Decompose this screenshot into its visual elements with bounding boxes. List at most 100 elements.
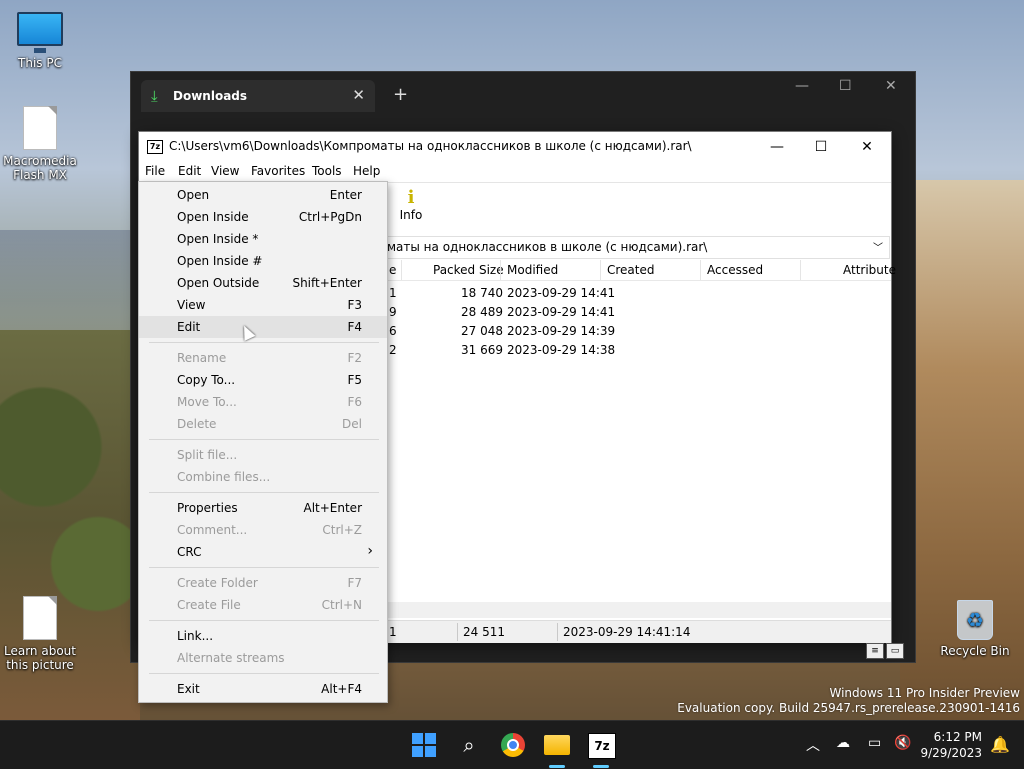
- menu-item-delete[interactable]: Delete Del: [139, 413, 387, 435]
- menu-item-open-inside[interactable]: Open Inside Ctrl+PgDn: [139, 206, 387, 228]
- title-bar[interactable]: 7z C:\Users\vm6\Downloads\Компроматы на …: [139, 132, 891, 162]
- volume-muted-icon[interactable]: 🔇: [894, 735, 911, 751]
- column-size[interactable]: e: [389, 263, 396, 277]
- clock[interactable]: 6:12 PM 9/29/2023: [918, 729, 982, 761]
- menu-separator: [149, 673, 379, 674]
- info-button[interactable]: i Info: [399, 187, 423, 222]
- notification-bell-icon[interactable]: 🔔: [990, 735, 1010, 754]
- menu-item-open[interactable]: Open Enter: [139, 184, 387, 206]
- menu-item-label: Comment...: [177, 523, 248, 537]
- desktop-icon-this-pc[interactable]: This PC: [0, 12, 80, 70]
- clock-date: 9/29/2023: [920, 746, 982, 760]
- menu-item-label: Link...: [177, 629, 214, 643]
- sevenzip-taskbar-button[interactable]: 7z: [587, 731, 616, 759]
- menu-item-create-folder[interactable]: Create Folder F7: [139, 572, 387, 594]
- desktop-icon-macromedia-flash[interactable]: Macromedia Flash MX: [0, 106, 80, 182]
- chevron-down-icon[interactable]: ﹀: [873, 239, 883, 254]
- menu-item-split-file[interactable]: Split file...: [139, 444, 387, 466]
- menu-separator: [149, 567, 379, 568]
- sevenzip-logo-icon: 7z: [147, 140, 163, 154]
- search-button[interactable]: ⌕: [455, 731, 483, 759]
- menu-item-label: Combine files...: [177, 470, 271, 484]
- details-view-icon[interactable]: ≡: [866, 643, 884, 659]
- menu-item-properties[interactable]: Properties Alt+Enter: [139, 497, 387, 519]
- menu-item-label: Open Outside: [177, 276, 260, 290]
- status-size: 24 511: [463, 625, 505, 639]
- menu-item-open-inside-hash[interactable]: Open Inside #: [139, 250, 387, 272]
- menu-help[interactable]: Help: [353, 164, 380, 178]
- cell-modified: 2023-09-29 14:41: [507, 286, 616, 300]
- menu-item-shortcut: F2: [347, 351, 362, 365]
- menu-file[interactable]: File: [145, 164, 165, 178]
- menu-item-label: Open Inside #: [177, 254, 263, 268]
- menu-item-label: Edit: [177, 320, 201, 334]
- menu-item-edit[interactable]: Edit F4: [139, 316, 387, 338]
- menu-item-shortcut: F7: [347, 576, 362, 590]
- column-packed-size[interactable]: Packed Size: [433, 263, 504, 277]
- start-button[interactable]: [410, 731, 438, 759]
- menu-item-comment[interactable]: Comment... Ctrl+Z: [139, 519, 387, 541]
- close-button[interactable]: ✕: [847, 136, 887, 158]
- chrome-icon: [501, 733, 525, 757]
- chevron-up-icon[interactable]: ︿: [806, 735, 820, 755]
- menu-item-open-outside[interactable]: Open Outside Shift+Enter: [139, 272, 387, 294]
- minimize-button[interactable]: —: [757, 136, 797, 158]
- menu-separator: [149, 439, 379, 440]
- menu-tools[interactable]: Tools: [312, 164, 342, 178]
- menu-item-label: Split file...: [177, 448, 238, 462]
- desktop-icon-recycle-bin[interactable]: ♻ Recycle Bin: [935, 600, 1015, 658]
- menu-edit[interactable]: Edit: [178, 164, 201, 178]
- window-title: C:\Users\vm6\Downloads\Компроматы на одн…: [169, 139, 692, 153]
- menu-item-crc[interactable]: CRC ›: [139, 541, 387, 563]
- maximize-button[interactable]: ☐: [801, 136, 841, 158]
- file-explorer-button[interactable]: [543, 731, 571, 759]
- onedrive-icon[interactable]: ☁: [836, 735, 850, 751]
- recycle-bin-icon: ♻: [957, 600, 993, 640]
- cell-packed: 28 489: [461, 305, 503, 319]
- desktop-icon-learn-about-picture[interactable]: Learn about this picture: [0, 596, 80, 672]
- menu-item-combine-files[interactable]: Combine files...: [139, 466, 387, 488]
- maximize-button[interactable]: ☐: [839, 78, 852, 94]
- new-tab-button[interactable]: +: [393, 84, 408, 105]
- sevenzip-icon: 7z: [588, 733, 616, 759]
- minimize-button[interactable]: —: [795, 78, 809, 94]
- menu-item-rename[interactable]: Rename F2: [139, 347, 387, 369]
- cell-packed: 18 740: [461, 286, 503, 300]
- menu-item-alternate-streams[interactable]: Alternate streams: [139, 647, 387, 669]
- menu-item-copy-to[interactable]: Copy To... F5: [139, 369, 387, 391]
- view-mode-buttons: ≡ ▭: [866, 642, 906, 659]
- menu-item-shortcut: Ctrl+PgDn: [298, 210, 362, 224]
- column-attributes[interactable]: Attribute: [843, 263, 896, 277]
- chrome-button[interactable]: [499, 731, 527, 759]
- menu-item-shortcut: F4: [347, 320, 362, 334]
- menu-item-label: Move To...: [177, 395, 237, 409]
- menu-item-label: Open Inside: [177, 210, 249, 224]
- explorer-tab[interactable]: ⤓ Downloads ✕: [141, 80, 375, 112]
- desktop-icon-label: This PC: [18, 56, 62, 70]
- close-tab-icon[interactable]: ✕: [352, 86, 365, 104]
- close-button[interactable]: ✕: [885, 78, 897, 94]
- menu-item-shortcut: F5: [347, 373, 362, 387]
- menu-item-shortcut: Alt+F4: [321, 682, 362, 696]
- menu-item-label: CRC: [177, 545, 202, 559]
- menu-item-shortcut: Enter: [329, 188, 362, 202]
- network-icon[interactable]: ▭: [868, 735, 881, 751]
- menu-item-link[interactable]: Link...: [139, 625, 387, 647]
- menu-view[interactable]: View: [211, 164, 239, 178]
- cell-size: 6: [389, 324, 397, 338]
- menu-item-create-file[interactable]: Create File Ctrl+N: [139, 594, 387, 616]
- status-selected-count: 1: [389, 625, 397, 639]
- menu-item-view[interactable]: View F3: [139, 294, 387, 316]
- column-modified[interactable]: Modified: [507, 263, 558, 277]
- menu-item-move-to[interactable]: Move To... F6: [139, 391, 387, 413]
- status-modified: 2023-09-29 14:41:14: [563, 625, 691, 639]
- column-created[interactable]: Created: [607, 263, 655, 277]
- column-accessed[interactable]: Accessed: [707, 263, 763, 277]
- list-view-icon[interactable]: ▭: [886, 643, 904, 659]
- shortcut-file-icon: [23, 106, 57, 150]
- menu-item-open-inside-star[interactable]: Open Inside *: [139, 228, 387, 250]
- cell-size: 9: [389, 305, 397, 319]
- menu-favorites[interactable]: Favorites: [251, 164, 305, 178]
- cell-modified: 2023-09-29 14:41: [507, 305, 616, 319]
- menu-item-exit[interactable]: Exit Alt+F4: [139, 678, 387, 700]
